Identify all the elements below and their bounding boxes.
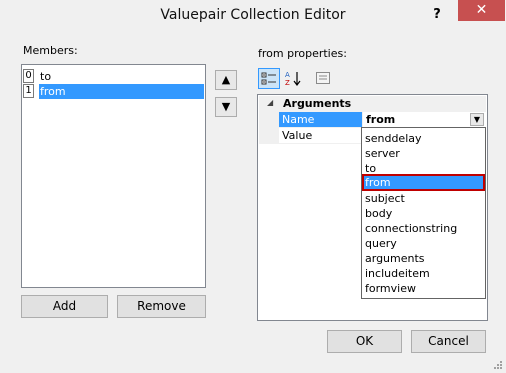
property-name: Name [279, 112, 363, 127]
member-index: 0 [23, 69, 34, 83]
properties-toolbar: A Z [258, 68, 488, 90]
property-name: Value [279, 128, 363, 143]
member-item-to[interactable]: 0 to [23, 69, 204, 84]
cancel-button[interactable]: Cancel [411, 330, 486, 353]
svg-text:A: A [285, 71, 290, 79]
arrow-down-icon: ▼ [221, 100, 231, 113]
member-index: 1 [23, 84, 34, 98]
properties-label: from properties: [258, 47, 347, 60]
dropdown-option[interactable]: server [363, 146, 484, 161]
property-pages-icon [316, 72, 330, 84]
members-list[interactable]: 0 to 1 from [21, 64, 206, 288]
property-value-field[interactable]: from [364, 112, 486, 127]
dropdown-option[interactable]: query [363, 236, 484, 251]
dropdown-option[interactable]: formview [363, 281, 484, 296]
member-name: to [40, 70, 52, 83]
move-down-button[interactable]: ▼ [215, 97, 237, 117]
dropdown-option[interactable]: to [363, 161, 484, 176]
dropdown-option[interactable]: subject [363, 191, 484, 206]
help-button[interactable]: ? [428, 6, 446, 24]
ok-button[interactable]: OK [327, 330, 402, 353]
svg-text:Z: Z [285, 79, 290, 86]
categorized-icon [261, 72, 276, 85]
close-button[interactable]: ✕ [458, 0, 505, 21]
arrow-up-icon: ▲ [221, 73, 231, 86]
member-item-from[interactable]: 1 from [23, 84, 204, 99]
dropdown-option[interactable]: arguments [363, 251, 484, 266]
members-label: Members: [23, 44, 78, 57]
property-pages-button[interactable] [312, 68, 334, 89]
resize-grip-icon[interactable] [493, 360, 503, 370]
categorized-button[interactable] [258, 68, 280, 89]
dropdown-option[interactable]: body [363, 206, 484, 221]
collapse-triangle-icon[interactable]: ◢ [267, 98, 273, 107]
chevron-down-icon[interactable]: ▼ [470, 113, 484, 126]
name-dropdown-list[interactable]: senddelay server to from subject body co… [361, 127, 486, 299]
add-button[interactable]: Add [21, 295, 108, 318]
member-name: from [39, 84, 204, 99]
dropdown-option[interactable]: connectionstring [363, 221, 484, 236]
remove-button[interactable]: Remove [117, 295, 206, 318]
dropdown-option[interactable]: senddelay [363, 131, 484, 146]
alphabetical-button[interactable]: A Z [282, 68, 304, 89]
property-row-name[interactable]: Name from ▼ [279, 112, 486, 128]
move-up-button[interactable]: ▲ [215, 70, 237, 90]
sort-alphabetical-icon: A Z [285, 71, 301, 87]
category-header[interactable]: ◢ Arguments [259, 96, 486, 112]
category-label: Arguments [283, 97, 352, 110]
dropdown-option-selected[interactable]: from [362, 174, 485, 191]
title-bar: Valuepair Collection Editor ? ✕ [0, 0, 506, 32]
grid-gutter [259, 112, 279, 144]
dropdown-option[interactable]: includeitem [363, 266, 484, 281]
